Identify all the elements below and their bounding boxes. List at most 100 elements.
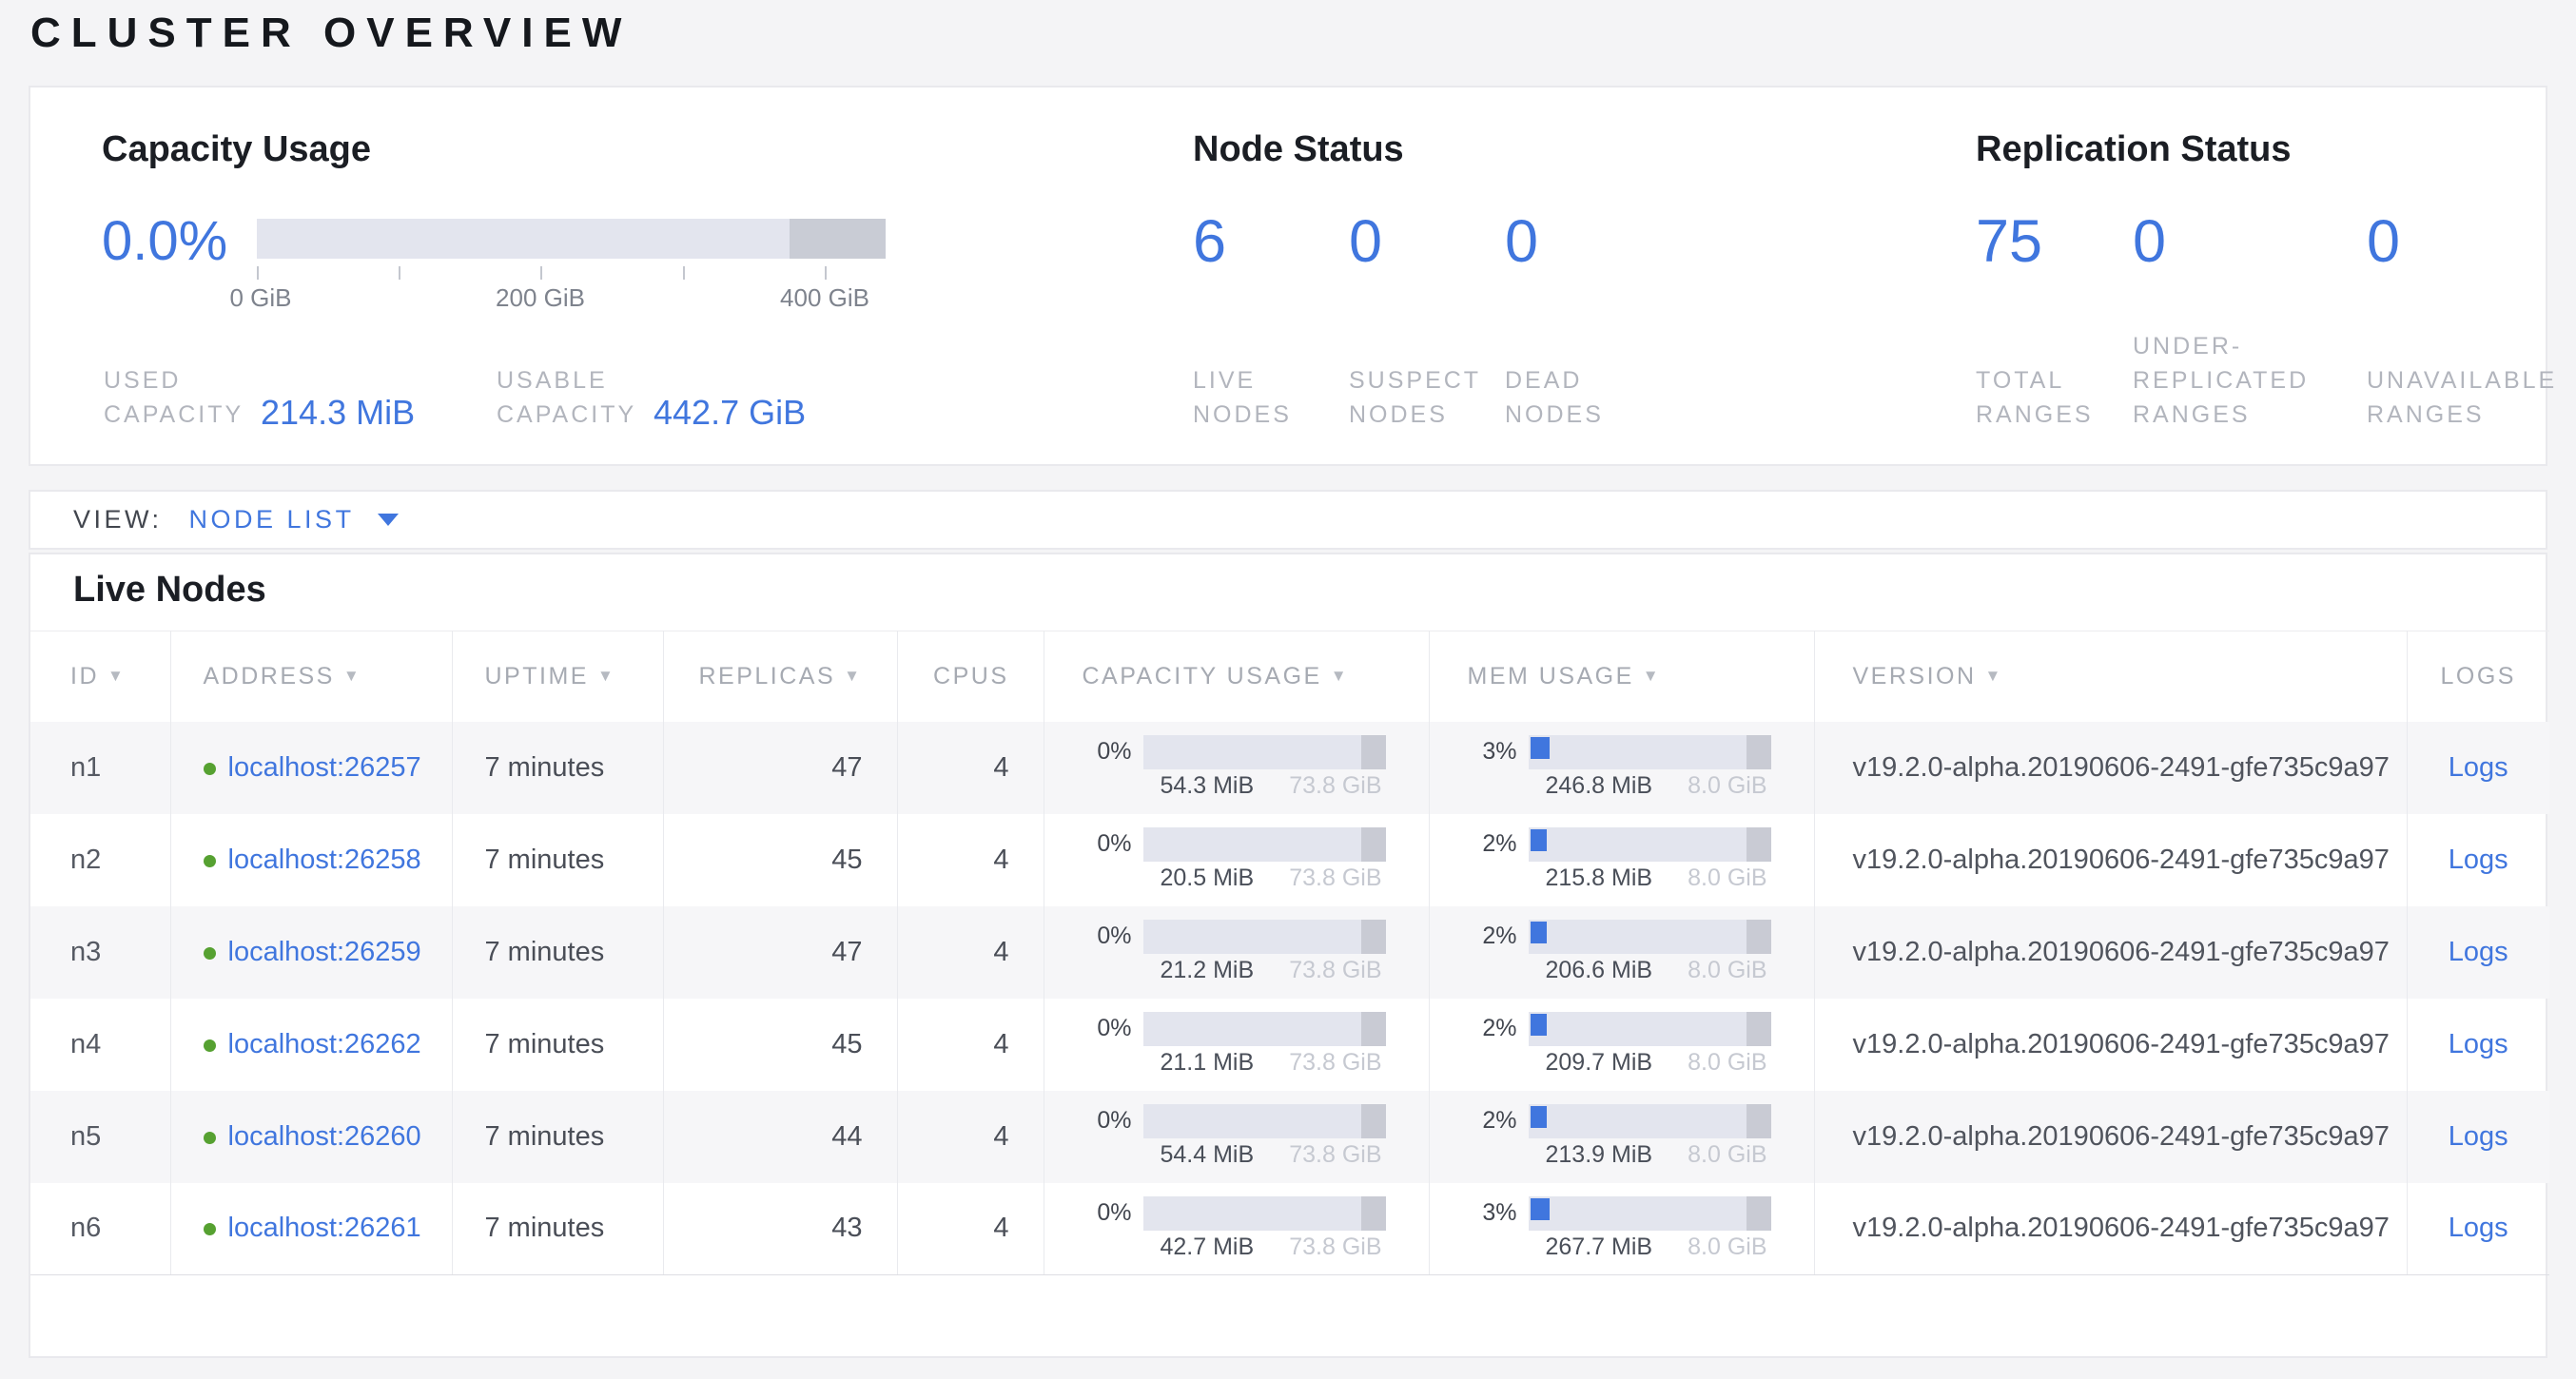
node-uptime-cell: 7 minutes [452,906,663,999]
capacity-bar-reserved-segment [1361,1012,1386,1046]
column-header-version[interactable]: VERSION▼ [1814,631,2407,722]
axis-tick-label: 200 GiB [496,283,585,313]
column-header-replicas[interactable]: REPLICAS▼ [663,631,897,722]
unavailable-ranges-count: 0 [2367,209,2576,274]
logs-link[interactable]: Logs [2449,937,2508,967]
node-capacity-usage-cell: 0% 20.5 MiB 73.8 GiB [1044,814,1429,906]
capacity-used-value: 21.1 MiB [1143,1049,1255,1077]
mem-percent-label: 2% [1468,1014,1517,1042]
node-live-status-icon [204,1223,216,1235]
column-header-address[interactable]: ADDRESS▼ [170,631,452,722]
mem-bar-used-segment [1531,1014,1548,1036]
node-uptime-cell: 7 minutes [452,722,663,814]
column-header-mem-usage[interactable]: MEM USAGE▼ [1429,631,1814,722]
sort-arrow-icon: ▼ [107,667,126,685]
node-logs-cell: Logs [2407,814,2549,906]
column-header-uptime[interactable]: UPTIME▼ [452,631,663,722]
column-header-capacity-usage[interactable]: CAPACITY USAGE▼ [1044,631,1429,722]
capacity-total-value: 73.8 GiB [1289,772,1385,800]
node-id-cell: n3 [30,906,170,999]
replication-status-heading: Replication Status [1976,129,2292,170]
node-mem-usage-cell: 2% 213.9 MiB 8.0 GiB [1429,1091,1814,1183]
capacity-percent-label: 0% [1083,1014,1132,1042]
live-nodes-heading: Live Nodes [73,570,266,611]
node-address-link[interactable]: localhost:26257 [228,752,421,783]
column-header-id[interactable]: ID▼ [30,631,170,722]
table-row: n4 localhost:26262 7 minutes 45 4 0% 21.… [30,999,2549,1091]
mem-bar-reserved-segment [1747,827,1771,862]
node-version-cell: v19.2.0-alpha.20190606-2491-gfe735c9a97 [1814,722,2407,814]
capacity-used-value: 54.3 MiB [1143,772,1255,800]
sort-arrow-icon: ▼ [1643,667,1661,685]
column-header-logs: LOGS [2407,631,2549,722]
node-cpus-cell: 4 [897,906,1044,999]
axis-tick [399,266,400,280]
total-ranges-count: 75 [1976,209,2133,274]
live-nodes-table: ID▼ ADDRESS▼ UPTIME▼ REPLICAS▼ CPUS CAPA… [30,631,2549,1275]
mem-bar-used-segment [1531,829,1548,851]
logs-link[interactable]: Logs [2449,1029,2508,1059]
mem-used-value: 213.9 MiB [1529,1141,1653,1169]
total-ranges-label: TOTAL RANGES [1976,363,2133,432]
mem-used-value: 267.7 MiB [1529,1233,1653,1261]
node-version-cell: v19.2.0-alpha.20190606-2491-gfe735c9a97 [1814,999,2407,1091]
capacity-total-value: 73.8 GiB [1289,864,1385,892]
node-address-link[interactable]: localhost:26258 [228,845,421,875]
capacity-mini-bar [1143,827,1386,862]
logs-link[interactable]: Logs [2449,752,2508,783]
capacity-usage-section: Capacity Usage 0.0% 0 GiB 200 GiB [102,87,1129,464]
used-capacity-stat: USED CAPACITY 214.3 MiB [104,363,497,432]
node-replicas-cell: 44 [663,1091,897,1183]
mem-percent-label: 3% [1468,737,1517,766]
mem-mini-bar [1529,1196,1771,1231]
used-capacity-label: USED CAPACITY [104,363,261,432]
logs-link[interactable]: Logs [2449,1213,2508,1243]
suspect-nodes-label: SUSPECT NODES [1349,363,1505,432]
node-address-cell: localhost:26259 [170,906,452,999]
view-selector[interactable]: NODE LIST [189,505,399,534]
live-nodes-label: LIVE NODES [1193,363,1349,432]
node-capacity-usage-cell: 0% 54.4 MiB 73.8 GiB [1044,1091,1429,1183]
table-row: n5 localhost:26260 7 minutes 44 4 0% 54.… [30,1091,2549,1183]
node-address-cell: localhost:26262 [170,999,452,1091]
node-version-cell: v19.2.0-alpha.20190606-2491-gfe735c9a97 [1814,1183,2407,1275]
capacity-mini-bar [1143,1012,1386,1046]
mem-used-value: 206.6 MiB [1529,957,1653,984]
node-address-link[interactable]: localhost:26262 [228,1029,421,1059]
logs-link[interactable]: Logs [2449,1121,2508,1152]
node-address-link[interactable]: localhost:26259 [228,937,421,967]
mem-bar-used-segment [1531,737,1550,759]
used-capacity-value: 214.3 MiB [261,394,497,432]
page-title: CLUSTER OVERVIEW [30,10,632,57]
mem-total-value: 8.0 GiB [1688,1233,1770,1261]
node-cpus-cell: 4 [897,814,1044,906]
mem-mini-bar [1529,827,1771,862]
capacity-mini-bar [1143,920,1386,954]
node-replicas-cell: 45 [663,814,897,906]
capacity-bar-reserved-segment [1361,920,1386,954]
table-row: n2 localhost:26258 7 minutes 45 4 0% 20.… [30,814,2549,906]
capacity-mini-bar [1143,1104,1386,1138]
node-live-status-icon [204,1039,216,1052]
node-address-link[interactable]: localhost:26261 [228,1213,421,1243]
table-row: n3 localhost:26259 7 minutes 47 4 0% 21.… [30,906,2549,999]
node-replicas-cell: 45 [663,999,897,1091]
capacity-percent-label: 0% [1083,737,1132,766]
mem-percent-label: 2% [1468,1106,1517,1135]
logs-link[interactable]: Logs [2449,845,2508,875]
node-address-link[interactable]: localhost:26260 [228,1121,421,1152]
under-replicated-ranges-count: 0 [2133,209,2367,274]
mem-bar-reserved-segment [1747,1196,1771,1231]
mem-bar-reserved-segment [1747,735,1771,769]
axis-tick-label: 0 GiB [229,283,291,313]
axis-tick [540,266,542,280]
node-id-cell: n5 [30,1091,170,1183]
node-uptime-cell: 7 minutes [452,999,663,1091]
node-address-cell: localhost:26258 [170,814,452,906]
node-live-status-icon [204,763,216,775]
capacity-total-value: 73.8 GiB [1289,1233,1385,1261]
node-version-cell: v19.2.0-alpha.20190606-2491-gfe735c9a97 [1814,1091,2407,1183]
mem-total-value: 8.0 GiB [1688,772,1770,800]
node-capacity-usage-cell: 0% 54.3 MiB 73.8 GiB [1044,722,1429,814]
node-mem-usage-cell: 2% 215.8 MiB 8.0 GiB [1429,814,1814,906]
